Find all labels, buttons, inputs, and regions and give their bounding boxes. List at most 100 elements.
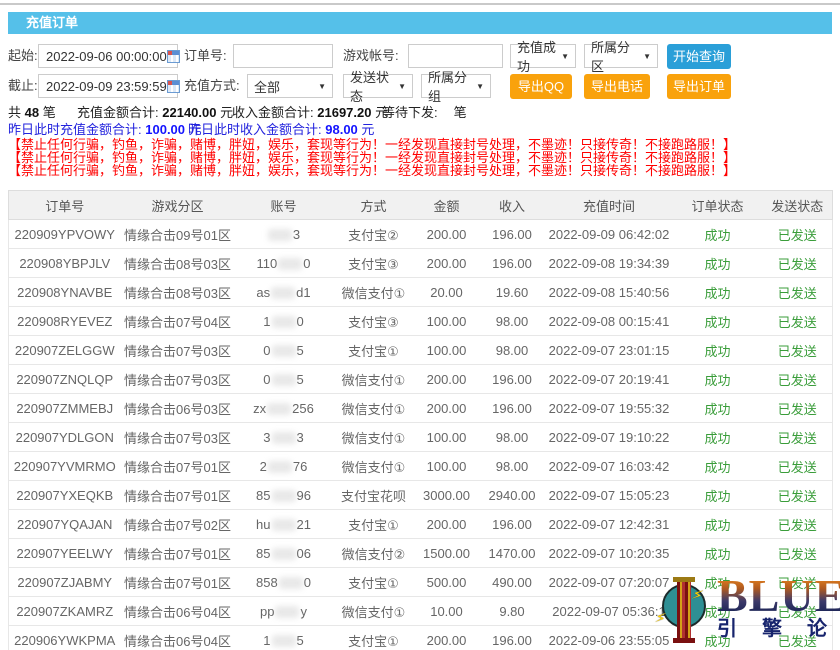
end-date-value: 2022-09-09 23:59:59	[46, 79, 167, 94]
cell-send-status: 已发送	[763, 220, 833, 249]
export-phone-button[interactable]: 导出电话	[584, 74, 650, 99]
cell-account: 10	[235, 307, 333, 336]
calendar-icon[interactable]	[167, 50, 180, 63]
cell-order-status: 成功	[673, 423, 763, 452]
redaction-blur	[272, 316, 296, 328]
redaction-blur	[272, 519, 296, 531]
cell-zone: 情缘合击07号01区	[121, 539, 235, 568]
cell-account: 1100	[235, 249, 333, 278]
cell-account: 8580	[235, 568, 333, 597]
page-title: 充值订单	[26, 15, 78, 30]
end-date-input[interactable]: 2022-09-09 23:59:59	[38, 74, 178, 98]
cell-account: 33	[235, 423, 333, 452]
game-account-input[interactable]	[408, 44, 503, 68]
cell-time: 2022-09-07 23:01:15	[546, 336, 673, 365]
cell-income: 98.00	[479, 307, 546, 336]
zone-select[interactable]: 所属分区 ▼	[584, 44, 658, 68]
cell-zone: 情缘合击08号03区	[121, 278, 235, 307]
cell-method: 支付宝花呗	[333, 481, 415, 510]
cell-order-status: 成功	[673, 249, 763, 278]
cell-send-status: 已发送	[763, 365, 833, 394]
col-account: 账号	[235, 191, 333, 220]
cell-account: 8596	[235, 481, 333, 510]
cell-income: 196.00	[479, 365, 546, 394]
group-select[interactable]: 所属分组 ▼	[421, 74, 491, 98]
top-divider	[0, 3, 840, 5]
cell-zone: 情缘合击07号04区	[121, 307, 235, 336]
cell-order-status: 成功	[673, 452, 763, 481]
start-date-label: 起始:	[8, 44, 38, 68]
cell-order-status: 成功	[673, 481, 763, 510]
cell-amount: 500.00	[415, 568, 479, 597]
cell-amount: 10.00	[415, 597, 479, 626]
cell-time: 2022-09-07 16:03:42	[546, 452, 673, 481]
table-row: 220907YDLGON 情缘合击07号03区 33 微信支付① 100.00 …	[9, 423, 833, 452]
cell-time: 2022-09-07 19:55:32	[546, 394, 673, 423]
cell-income: 196.00	[479, 510, 546, 539]
col-send: 发送状态	[763, 191, 833, 220]
cell-amount: 200.00	[415, 510, 479, 539]
table-row: 220907YVMRMO 情缘合击07号01区 276 微信支付① 100.00…	[9, 452, 833, 481]
cell-zone: 情缘合击08号03区	[121, 249, 235, 278]
export-order-button[interactable]: 导出订单	[667, 74, 731, 99]
redaction-blur	[272, 374, 296, 386]
query-button[interactable]: 开始查询	[667, 44, 731, 69]
cell-amount: 20.00	[415, 278, 479, 307]
forum-logo-icon: ⚡ ⚡	[660, 575, 712, 645]
cell-time: 2022-09-08 15:40:56	[546, 278, 673, 307]
start-date-value: 2022-09-06 00:00:00	[46, 49, 167, 64]
cell-order-status: 成功	[673, 307, 763, 336]
cell-time: 2022-09-07 10:20:35	[546, 539, 673, 568]
calendar-icon[interactable]	[167, 80, 180, 93]
cell-send-status: 已发送	[763, 510, 833, 539]
cell-income: 196.00	[479, 626, 546, 650]
cell-send-status: 已发送	[763, 278, 833, 307]
table-row: 220907YQAJAN 情缘合击07号02区 hu21 支付宝① 200.00…	[9, 510, 833, 539]
game-account-label: 游戏帐号:	[343, 44, 399, 68]
end-date-label: 截止:	[8, 74, 38, 98]
chevron-down-icon: ▼	[318, 82, 326, 91]
watermark-subtitle: 引 擎 论 坛	[717, 617, 840, 641]
cell-send-status: 已发送	[763, 336, 833, 365]
cell-order-status: 成功	[673, 220, 763, 249]
cell-income: 98.00	[479, 336, 546, 365]
cell-amount: 200.00	[415, 626, 479, 650]
cell-order-no: 220907ZMMEBJ	[9, 394, 121, 423]
cell-send-status: 已发送	[763, 307, 833, 336]
table-row: 220907ZMMEBJ 情缘合击06号03区 zx256 微信支付① 200.…	[9, 394, 833, 423]
cell-amount: 1500.00	[415, 539, 479, 568]
yesterday-income-total: 昨日此时收入金额合计: 98.00 元	[188, 119, 374, 138]
cell-account: zx256	[235, 394, 333, 423]
pay-method-value: 全部	[254, 77, 280, 96]
watermark-title: BLUE	[717, 575, 840, 617]
col-amount: 金额	[415, 191, 479, 220]
cell-amount: 3000.00	[415, 481, 479, 510]
cell-zone: 情缘合击07号03区	[121, 423, 235, 452]
cell-account: 05	[235, 336, 333, 365]
cell-order-status: 成功	[673, 278, 763, 307]
cell-order-no: 220906YWKPMA	[9, 626, 121, 650]
send-status-select[interactable]: 发送状态 ▼	[343, 74, 413, 98]
redaction-blur	[272, 345, 296, 357]
cell-send-status: 已发送	[763, 423, 833, 452]
start-date-input[interactable]: 2022-09-06 00:00:00	[38, 44, 178, 68]
export-qq-button[interactable]: 导出QQ	[510, 74, 572, 99]
cell-account: 15	[235, 626, 333, 650]
cell-time: 2022-09-07 20:19:41	[546, 365, 673, 394]
cell-time: 2022-09-07 15:05:23	[546, 481, 673, 510]
chevron-down-icon: ▼	[476, 82, 484, 91]
order-no-input[interactable]	[233, 44, 333, 68]
chevron-down-icon: ▼	[643, 52, 651, 61]
yesterday-recharge-total: 昨日此时充值金额合计: 100.00 元	[8, 119, 202, 138]
cell-order-no: 220907YQAJAN	[9, 510, 121, 539]
pending-count: 等待下发:笔	[382, 102, 467, 121]
cell-method: 微信支付①	[333, 452, 415, 481]
redaction-blur	[278, 258, 302, 270]
col-zone: 游戏分区	[121, 191, 235, 220]
panel-header: 充值订单	[8, 12, 832, 34]
recharge-status-select[interactable]: 充值成功 ▼	[510, 44, 576, 68]
pay-method-select[interactable]: 全部 ▼	[247, 74, 333, 98]
cell-send-status: 已发送	[763, 539, 833, 568]
redaction-blur	[268, 461, 292, 473]
cell-zone: 情缘合击07号01区	[121, 568, 235, 597]
